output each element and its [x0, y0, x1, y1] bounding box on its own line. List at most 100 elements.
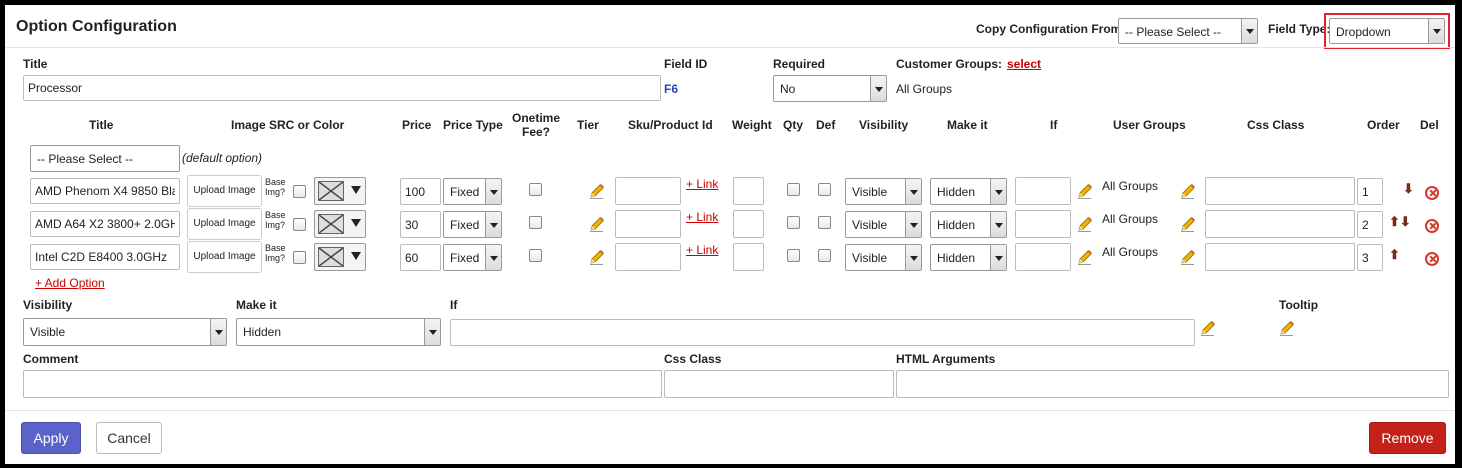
qty-checkbox[interactable] [787, 249, 800, 262]
base-img-checkbox[interactable] [293, 218, 306, 231]
col-visibility: Visibility [859, 118, 909, 132]
if-input[interactable] [1015, 210, 1071, 238]
visibility-select[interactable]: Visible [23, 318, 227, 346]
user-groups-value: All Groups [1102, 179, 1159, 193]
price-type-value: Fixed [450, 218, 480, 232]
col-price: Price [402, 118, 432, 132]
price-input[interactable] [400, 178, 441, 205]
option-configuration-dialog: Option Configuration Copy Configuration … [5, 5, 1455, 464]
sku-input[interactable] [615, 177, 681, 205]
price-input[interactable] [400, 244, 441, 271]
if-pencil-icon[interactable] [1076, 182, 1094, 200]
option-title-input[interactable] [30, 244, 180, 270]
user-groups-value: All Groups [1102, 245, 1159, 259]
price-type-select[interactable]: Fixed [443, 178, 502, 205]
sku-input[interactable] [615, 243, 681, 271]
if-input[interactable] [1015, 243, 1071, 271]
make-it-select[interactable]: Hidden [236, 318, 441, 346]
field-type-select[interactable]: Dropdown [1329, 18, 1445, 44]
user-groups-pencil-icon[interactable] [1179, 182, 1197, 200]
delete-icon[interactable] [1425, 219, 1439, 233]
css-class-label: Css Class [664, 352, 722, 366]
base-img-checkbox[interactable] [293, 185, 306, 198]
image-color-select[interactable] [314, 177, 366, 205]
tier-pencil-icon[interactable] [588, 248, 606, 266]
visibility-select[interactable]: Visible [845, 178, 922, 205]
add-link[interactable]: + Link [686, 243, 718, 257]
remove-button[interactable]: Remove [1369, 422, 1446, 454]
visibility-select[interactable]: Visible [845, 211, 922, 238]
reorder-arrows-icon[interactable]: ⬆⬇ [1389, 214, 1411, 230]
def-checkbox[interactable] [818, 183, 831, 196]
price-type-select[interactable]: Fixed [443, 211, 502, 238]
if-input[interactable] [450, 319, 1195, 346]
def-checkbox[interactable] [818, 249, 831, 262]
if-pencil-icon[interactable] [1076, 215, 1094, 233]
col-weight: Weight [732, 118, 772, 132]
qty-checkbox[interactable] [787, 216, 800, 229]
option-title-input[interactable] [30, 211, 180, 237]
add-option-link[interactable]: + Add Option [35, 276, 105, 290]
option-title-input[interactable] [30, 178, 180, 204]
css-class-input[interactable] [1205, 210, 1355, 238]
col-def: Def [816, 118, 836, 132]
sku-input[interactable] [615, 210, 681, 238]
required-select[interactable]: No [773, 75, 887, 102]
comment-input[interactable] [23, 370, 662, 398]
onetime-fee-checkbox[interactable] [529, 216, 542, 229]
order-input[interactable] [1357, 211, 1383, 238]
html-args-input[interactable] [896, 370, 1449, 398]
if-input[interactable] [1015, 177, 1071, 205]
pencil-icon[interactable] [1199, 319, 1217, 337]
placeholder-x-icon [318, 247, 344, 267]
image-color-select[interactable] [314, 243, 366, 271]
delete-icon[interactable] [1425, 186, 1439, 200]
make-it-select[interactable]: Hidden [930, 244, 1007, 271]
field-type-label: Field Type: [1268, 22, 1331, 36]
onetime-fee-checkbox[interactable] [529, 183, 542, 196]
css-class-input[interactable] [1205, 243, 1355, 271]
triangle-down-icon [351, 186, 361, 194]
price-input[interactable] [400, 211, 441, 238]
placeholder-x-icon [318, 214, 344, 234]
delete-icon[interactable] [1425, 252, 1439, 266]
weight-input[interactable] [733, 177, 764, 205]
upload-image-button[interactable]: Upload Image [187, 175, 262, 207]
make-it-select[interactable]: Hidden [930, 178, 1007, 205]
visibility-select[interactable]: Visible [845, 244, 922, 271]
customer-groups-select-link[interactable]: select [1007, 57, 1041, 71]
tier-pencil-icon[interactable] [588, 215, 606, 233]
reorder-arrows-icon[interactable]: ⬆ [1389, 247, 1400, 263]
make-it-select[interactable]: Hidden [930, 211, 1007, 238]
tooltip-pencil-icon[interactable] [1278, 319, 1296, 337]
upload-image-button[interactable]: Upload Image [187, 241, 262, 273]
price-type-select[interactable]: Fixed [443, 244, 502, 271]
tooltip-label: Tooltip [1279, 298, 1319, 312]
css-class-input[interactable] [1205, 177, 1355, 205]
def-checkbox[interactable] [818, 216, 831, 229]
apply-button[interactable]: Apply [21, 422, 81, 454]
onetime-fee-checkbox[interactable] [529, 249, 542, 262]
user-groups-pencil-icon[interactable] [1179, 248, 1197, 266]
weight-input[interactable] [733, 243, 764, 271]
base-img-checkbox[interactable] [293, 251, 306, 264]
title-input[interactable] [23, 75, 661, 101]
base-img-label: Base Img? [265, 177, 286, 197]
order-input[interactable] [1357, 244, 1383, 271]
add-link[interactable]: + Link [686, 177, 718, 191]
make-it-value: Hidden [937, 218, 976, 232]
cancel-button[interactable]: Cancel [96, 422, 162, 454]
image-color-select[interactable] [314, 210, 366, 238]
copy-config-select[interactable]: -- Please Select -- [1118, 18, 1258, 44]
add-link[interactable]: + Link [686, 210, 718, 224]
order-input[interactable] [1357, 178, 1383, 205]
user-groups-pencil-icon[interactable] [1179, 215, 1197, 233]
reorder-arrows-icon[interactable]: ⬇ [1403, 181, 1414, 197]
css-class-input[interactable] [664, 370, 894, 398]
if-pencil-icon[interactable] [1076, 248, 1094, 266]
upload-image-button[interactable]: Upload Image [187, 208, 262, 240]
tier-pencil-icon[interactable] [588, 182, 606, 200]
qty-checkbox[interactable] [787, 183, 800, 196]
weight-input[interactable] [733, 210, 764, 238]
default-option-select[interactable]: -- Please Select -- [30, 145, 180, 172]
